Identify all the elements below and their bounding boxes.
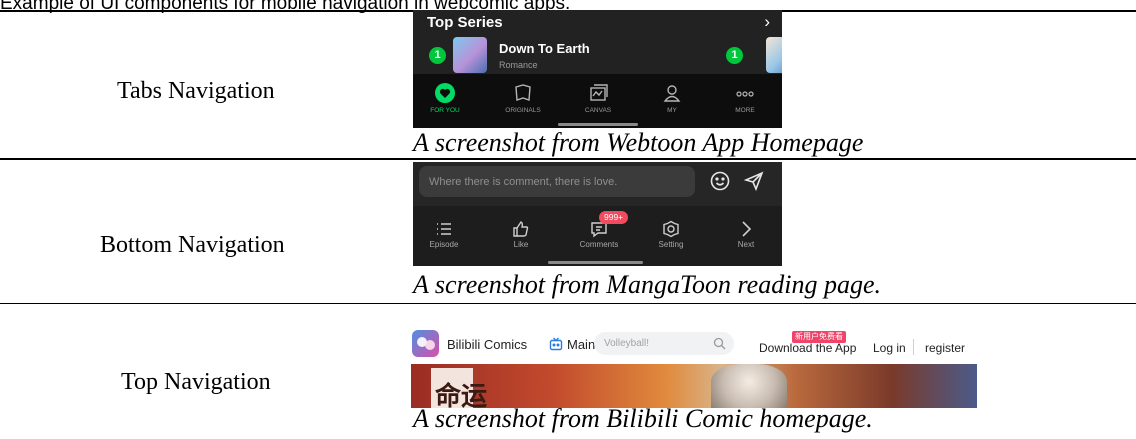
home-indicator bbox=[548, 261, 643, 264]
canvas-icon bbox=[590, 84, 608, 101]
search-box bbox=[594, 332, 734, 355]
register-link[interactable]: register bbox=[925, 341, 965, 355]
row-divider-1 bbox=[0, 158, 1136, 160]
book-icon bbox=[515, 84, 531, 101]
caption-mangatoon: A screenshot from MangaToon reading page… bbox=[413, 270, 881, 299]
tab-for-you[interactable]: FOR YOU bbox=[415, 82, 475, 114]
like-button[interactable]: Like bbox=[493, 220, 549, 249]
webtoon-screenshot: Top Series › 1 Down To Earth Romance 1 F… bbox=[413, 10, 782, 128]
send-icon[interactable] bbox=[743, 170, 765, 192]
tab-label: FOR YOU bbox=[430, 107, 460, 114]
list-icon bbox=[437, 223, 451, 235]
login-link[interactable]: Log in bbox=[873, 341, 906, 355]
tab-originals[interactable]: ORIGINALS bbox=[493, 82, 553, 114]
next-label: Next bbox=[737, 240, 755, 249]
rank-badge: 1 bbox=[429, 47, 446, 64]
series-genre: Romance bbox=[499, 60, 538, 70]
bilibili-screenshot: Bilibili Comics Main s 新用户免费看 Download t… bbox=[411, 328, 977, 408]
row-label-top: Top Navigation bbox=[121, 369, 271, 395]
next-button[interactable]: Next bbox=[718, 220, 774, 249]
row-label-bottom: Bottom Navigation bbox=[100, 232, 285, 258]
app-logo-icon bbox=[417, 337, 435, 350]
episode-button[interactable]: Episode bbox=[416, 220, 472, 249]
caption-webtoon: A screenshot from Webtoon App Homepage bbox=[413, 128, 864, 157]
heart-circle-icon bbox=[435, 83, 455, 103]
tab-label: MORE bbox=[735, 107, 755, 114]
episode-label: Episode bbox=[429, 240, 459, 249]
tab-more[interactable]: MORE bbox=[715, 82, 775, 114]
series-thumbnail[interactable] bbox=[453, 37, 487, 73]
row-divider-2 bbox=[0, 303, 1136, 304]
comments-label: Comments bbox=[579, 240, 619, 249]
more-dots-icon bbox=[736, 91, 754, 97]
tab-label: CANVAS bbox=[584, 107, 612, 114]
setting-button[interactable]: Setting bbox=[643, 220, 699, 249]
setting-label: Setting bbox=[658, 240, 684, 249]
tab-bar: FOR YOU ORIGINALS CANVAS MY MORE bbox=[413, 74, 782, 128]
search-icon[interactable] bbox=[713, 337, 726, 350]
tab-my[interactable]: MY bbox=[642, 82, 702, 114]
banner-character-art bbox=[711, 364, 787, 408]
nav-separator bbox=[913, 339, 914, 355]
bilibili-logo[interactable] bbox=[412, 330, 439, 357]
tab-canvas[interactable]: CANVAS bbox=[568, 82, 628, 114]
comments-button[interactable]: Comments bbox=[571, 220, 627, 249]
tab-label: MY bbox=[667, 107, 677, 114]
tab-label: ORIGINALS bbox=[505, 107, 541, 114]
top-series-title: Top Series bbox=[427, 14, 503, 31]
comment-count-badge: 999+ bbox=[599, 211, 629, 224]
tv-icon bbox=[549, 337, 563, 351]
thumbs-up-icon bbox=[513, 221, 529, 237]
gear-icon bbox=[663, 220, 679, 238]
row-label-tabs: Tabs Navigation bbox=[117, 78, 275, 104]
comment-input[interactable] bbox=[419, 166, 695, 197]
home-indicator bbox=[558, 123, 638, 126]
reader-bottom-bar: Episode Like Comments Setting Next bbox=[413, 206, 782, 266]
emoji-icon[interactable] bbox=[709, 170, 731, 192]
mangatoon-screenshot: Episode Like Comments Setting Next bbox=[413, 162, 782, 266]
search-input[interactable] bbox=[604, 335, 702, 352]
user-icon bbox=[663, 85, 681, 102]
download-app-link[interactable]: Download the App bbox=[759, 341, 856, 355]
caption-bilibili: A screenshot from Bilibili Comic homepag… bbox=[413, 404, 873, 433]
like-label: Like bbox=[513, 240, 529, 249]
brand-name[interactable]: Bilibili Comics bbox=[447, 337, 527, 352]
chevron-right-icon bbox=[742, 221, 752, 237]
rank-badge-second: 1 bbox=[726, 47, 743, 64]
hero-banner[interactable]: 命运 bbox=[411, 364, 977, 408]
series-title[interactable]: Down To Earth bbox=[499, 41, 590, 56]
chevron-right-icon[interactable]: › bbox=[764, 12, 770, 32]
top-series-panel: Top Series › 1 Down To Earth Romance 1 bbox=[413, 10, 782, 74]
series-thumbnail-second[interactable] bbox=[766, 37, 782, 73]
